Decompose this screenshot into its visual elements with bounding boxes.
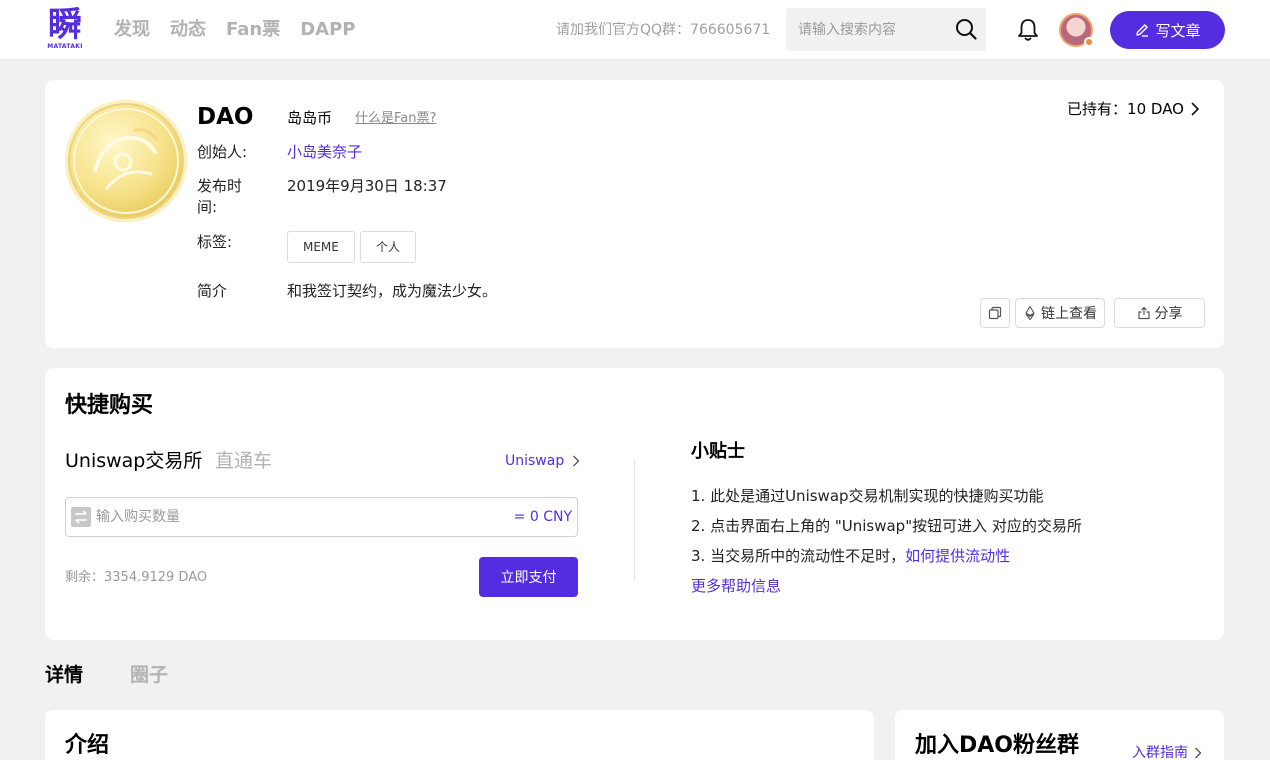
user-avatar[interactable]: [1059, 13, 1094, 47]
fan-group-card: 加入DAO粉丝群 入群指南: [895, 710, 1224, 760]
bell-icon[interactable]: [1016, 17, 1040, 43]
tag-personal[interactable]: 个人: [360, 231, 417, 263]
cny-value: = 0 CNY: [513, 509, 572, 525]
holding-link[interactable]: 已持有：10 DAO: [1067, 98, 1200, 120]
logo-mark: 瞬: [48, 5, 82, 45]
write-article-label: 写文章: [1155, 21, 1201, 40]
intro-value: 和我签订契约，成为魔法少女。: [287, 282, 498, 300]
search-icon[interactable]: [955, 18, 977, 40]
main-nav: 发现 动态 Fan票 DAPP: [114, 17, 355, 43]
fan-group-title: 加入DAO粉丝群: [915, 733, 1079, 758]
creator-label: 创始人:: [197, 143, 248, 161]
intro-title: 介绍: [65, 733, 110, 758]
view-on-chain-label: 链上查看: [1041, 306, 1097, 322]
tag-meme[interactable]: MEME: [287, 231, 355, 263]
swap-icon[interactable]: [71, 507, 91, 527]
release-time-label-line2: 间:: [197, 198, 218, 216]
pencil-icon: [1136, 24, 1149, 37]
write-article-button[interactable]: 写文章: [1110, 11, 1225, 49]
what-is-fan-link[interactable]: 什么是Fan票?: [355, 110, 436, 128]
chevron-right-icon: [1195, 747, 1202, 759]
share-icon: [1137, 306, 1150, 320]
tab-uniswap-exchange[interactable]: Uniswap交易所: [65, 449, 202, 473]
tips-title: 小贴士: [691, 441, 745, 462]
token-coin-art: [73, 108, 179, 214]
token-symbol: DAO: [197, 104, 254, 130]
quick-buy-card: 快捷购买 Uniswap交易所 直通车 Uniswap = 0 CNY 剩余：3…: [45, 368, 1224, 640]
logo-wordmark: MATATAKI: [47, 43, 83, 50]
tags-label: 标签:: [197, 233, 233, 251]
matataki-logo[interactable]: 瞬 MATATAKI: [47, 7, 83, 51]
quick-buy-title: 快捷购买: [65, 393, 154, 418]
view-on-chain-button[interactable]: 链上查看: [1015, 298, 1105, 328]
copy-icon: [988, 306, 1002, 320]
tip-3-text: 3. 当交易所中的流动性不足时，: [691, 547, 906, 565]
intro-label: 简介: [197, 282, 228, 300]
search-box: [786, 8, 986, 51]
vertical-divider: [634, 460, 635, 580]
nav-dapp[interactable]: DAPP: [300, 17, 355, 43]
top-header: 瞬 MATATAKI 发现 动态 Fan票 DAPP 请加我们官方QQ群：766…: [0, 0, 1270, 60]
tab-circle[interactable]: 圈子: [130, 662, 168, 688]
tip-1: 1. 此处是通过Uniswap交易机制实现的快捷购买功能: [691, 487, 1044, 505]
share-button[interactable]: 分享: [1114, 298, 1205, 328]
chevron-right-icon: [1191, 102, 1200, 116]
more-help-link[interactable]: 更多帮助信息: [691, 576, 781, 596]
qq-group-text: 请加我们官方QQ群：766605671: [556, 22, 771, 38]
holding-text: 已持有：10 DAO: [1067, 100, 1184, 118]
tip-3: 3. 当交易所中的流动性不足时，如何提供流动性: [691, 546, 1010, 566]
token-name: 岛岛币: [287, 109, 333, 127]
group-guide-label: 入群指南: [1132, 745, 1188, 760]
buy-amount-box: = 0 CNY: [65, 497, 578, 537]
search-input[interactable]: [798, 8, 948, 51]
release-time-label: 发布时: [197, 177, 243, 195]
tab-direct-train[interactable]: 直通车: [215, 449, 272, 473]
nav-feed[interactable]: 动态: [170, 17, 206, 43]
release-time-value: 2019年9月30日 18:37: [287, 177, 447, 195]
share-label: 分享: [1154, 306, 1183, 322]
chevron-right-icon: [573, 455, 580, 467]
pay-now-button[interactable]: 立即支付: [479, 557, 578, 597]
group-guide-link[interactable]: 入群指南: [1132, 744, 1202, 760]
tip-2: 2. 点击界面右上角的 "Uniswap"按钮可进入 对应的交易所: [691, 517, 1082, 535]
liquidity-help-link[interactable]: 如何提供流动性: [905, 547, 1010, 565]
copy-button[interactable]: [980, 298, 1010, 328]
buy-amount-input[interactable]: [96, 498, 476, 536]
uniswap-link-label: Uniswap: [505, 453, 565, 469]
nav-fan-ticket[interactable]: Fan票: [226, 17, 280, 43]
token-info-card: DAO 岛岛币 什么是Fan票? 创始人: 小岛美奈子 发布时 间: 2019年…: [45, 80, 1224, 348]
intro-card: 介绍: [45, 710, 874, 760]
status-dot: [1084, 37, 1094, 47]
token-logo-image: [65, 100, 187, 222]
ethereum-icon: [1025, 306, 1035, 320]
nav-discover[interactable]: 发现: [114, 17, 150, 43]
tab-details[interactable]: 详情: [45, 662, 83, 688]
uniswap-link[interactable]: Uniswap: [505, 452, 580, 470]
creator-link[interactable]: 小岛美奈子: [287, 141, 362, 163]
remaining-amount: 剩余：3354.9129 DAO: [65, 570, 208, 585]
